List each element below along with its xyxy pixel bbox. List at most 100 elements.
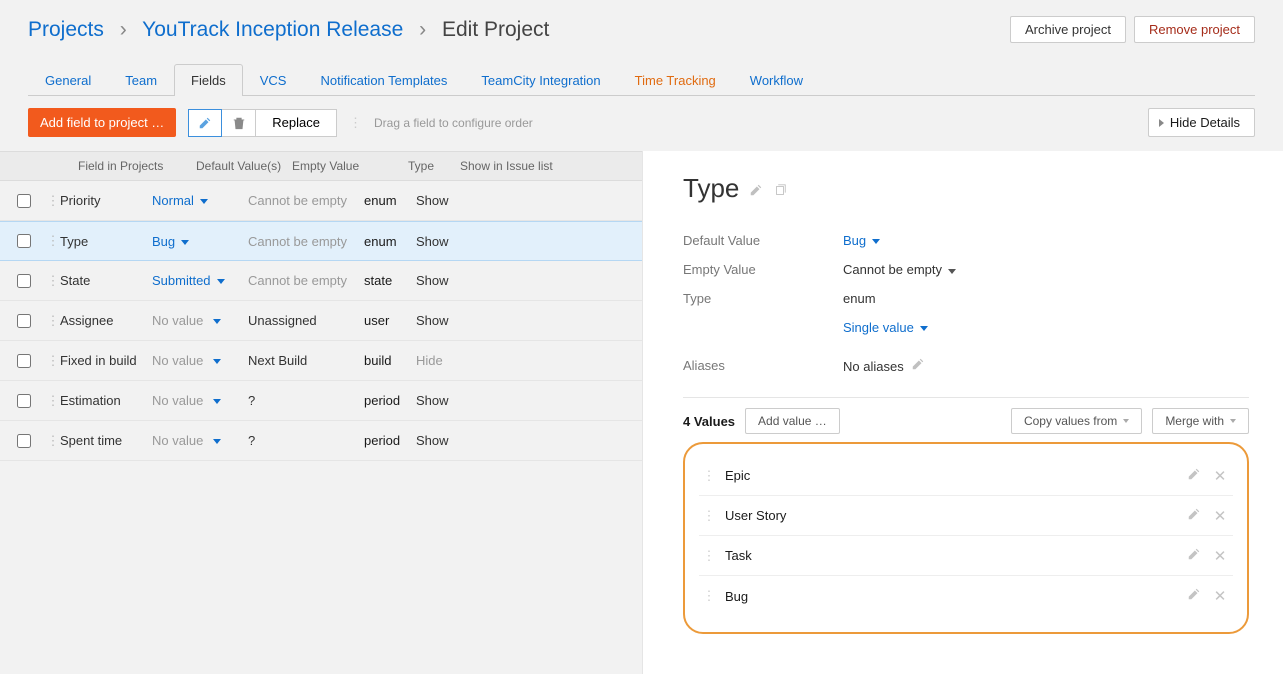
drag-hint: Drag a field to configure order: [374, 116, 533, 130]
edit-value-icon[interactable]: [1181, 587, 1207, 605]
value-row[interactable]: ⋮User Story ✕: [699, 496, 1233, 536]
type-cell: period: [364, 393, 416, 408]
default-value-cell[interactable]: No value: [152, 433, 221, 448]
cardinality-dropdown[interactable]: Single value: [843, 320, 928, 335]
default-value-dropdown[interactable]: Bug: [843, 233, 880, 248]
show-cell: Show: [416, 234, 556, 249]
type-value: enum: [843, 291, 876, 306]
tab-teamcity-integration[interactable]: TeamCity Integration: [464, 64, 617, 96]
default-value-cell[interactable]: No value: [152, 313, 221, 328]
edit-value-icon[interactable]: [1181, 467, 1207, 485]
drag-handle-icon[interactable]: ⋮: [699, 588, 719, 604]
drag-handle-icon[interactable]: ⋮: [46, 353, 60, 369]
tab-general[interactable]: General: [28, 64, 108, 96]
drag-handle-icon[interactable]: ⋮: [46, 273, 60, 289]
value-label: Epic: [719, 468, 1181, 483]
delete-value-icon[interactable]: ✕: [1207, 467, 1233, 485]
type-cell: state: [364, 273, 416, 288]
value-label: Task: [719, 548, 1181, 563]
edit-title-icon[interactable]: [749, 173, 763, 204]
breadcrumb: Projects › YouTrack Inception Release › …: [28, 18, 549, 42]
delete-value-icon[interactable]: ✕: [1207, 587, 1233, 605]
drag-handle-icon[interactable]: ⋮: [699, 548, 719, 564]
empty-value-cell: Next Build: [248, 353, 364, 368]
default-value-label: Default Value: [683, 233, 843, 248]
panel-title: Type: [683, 173, 1249, 204]
drag-handle-icon[interactable]: ⋮: [46, 433, 60, 449]
field-row[interactable]: ⋮Spent timeNo value ?periodShow: [0, 421, 642, 461]
show-cell: Show: [416, 433, 556, 448]
field-name: Estimation: [60, 393, 152, 408]
row-checkbox[interactable]: [17, 194, 31, 208]
delete-value-icon[interactable]: ✕: [1207, 507, 1233, 525]
field-row[interactable]: ⋮Fixed in buildNo value Next BuildbuildH…: [0, 341, 642, 381]
drag-handle-icon[interactable]: ⋮: [699, 468, 719, 484]
pencil-icon: [749, 183, 763, 197]
field-row[interactable]: ⋮AssigneeNo value UnassigneduserShow: [0, 301, 642, 341]
clone-icon[interactable]: [773, 173, 787, 204]
tab-notification-templates[interactable]: Notification Templates: [303, 64, 464, 96]
empty-value-dropdown[interactable]: Cannot be empty: [843, 262, 956, 277]
pencil-icon: [911, 357, 925, 371]
drag-handle-icon[interactable]: ⋮: [699, 508, 719, 524]
field-row[interactable]: ⋮EstimationNo value ?periodShow: [0, 381, 642, 421]
replace-button[interactable]: Replace: [256, 109, 337, 137]
default-value-cell[interactable]: Bug: [152, 234, 189, 249]
edit-mode-button[interactable]: [188, 109, 222, 137]
type-cell: user: [364, 313, 416, 328]
delete-value-icon[interactable]: ✕: [1207, 547, 1233, 565]
row-checkbox[interactable]: [17, 234, 31, 248]
tab-team[interactable]: Team: [108, 64, 174, 96]
archive-project-button[interactable]: Archive project: [1010, 16, 1126, 43]
delete-mode-button[interactable]: [222, 109, 256, 137]
field-row[interactable]: ⋮StateSubmittedCannot be emptystateShow: [0, 261, 642, 301]
remove-project-button[interactable]: Remove project: [1134, 16, 1255, 43]
empty-value-cell: Cannot be empty: [248, 234, 364, 249]
row-checkbox[interactable]: [17, 274, 31, 288]
drag-handle-icon[interactable]: ⋮: [46, 313, 60, 329]
fields-table-header: Field in Projects Default Value(s) Empty…: [0, 151, 642, 181]
tab-workflow[interactable]: Workflow: [733, 64, 820, 96]
field-name: Spent time: [60, 433, 152, 448]
row-checkbox[interactable]: [17, 434, 31, 448]
row-checkbox[interactable]: [17, 314, 31, 328]
hide-details-button[interactable]: Hide Details: [1148, 108, 1255, 137]
drag-handle-icon[interactable]: ⋮: [46, 393, 60, 409]
add-field-button[interactable]: Add field to project …: [28, 108, 176, 137]
default-value-cell[interactable]: Submitted: [152, 273, 225, 288]
empty-value-cell: ?: [248, 393, 364, 408]
edit-value-icon[interactable]: [1181, 547, 1207, 565]
row-checkbox[interactable]: [17, 394, 31, 408]
default-value-cell[interactable]: No value: [152, 353, 221, 368]
trash-icon: [232, 116, 246, 130]
edit-value-icon[interactable]: [1181, 507, 1207, 525]
value-row[interactable]: ⋮Bug✕: [699, 576, 1233, 616]
type-cell: period: [364, 433, 416, 448]
field-row[interactable]: ⋮TypeBug Cannot be emptyenumShow: [0, 221, 642, 261]
drag-handle-icon[interactable]: ⋮: [46, 193, 60, 209]
type-cell: enum: [364, 234, 416, 249]
tab-fields[interactable]: Fields: [174, 64, 243, 96]
breadcrumb-project[interactable]: YouTrack Inception Release: [142, 18, 403, 41]
breadcrumb-page: Edit Project: [442, 18, 549, 41]
default-value-cell[interactable]: Normal: [152, 193, 208, 208]
value-label: User Story: [719, 508, 1181, 523]
copy-icon: [773, 183, 787, 197]
edit-aliases-icon[interactable]: [911, 359, 925, 374]
breadcrumb-projects[interactable]: Projects: [28, 18, 104, 41]
add-value-button[interactable]: Add value …: [745, 408, 840, 434]
merge-with-dropdown[interactable]: Merge with: [1152, 408, 1249, 434]
row-checkbox[interactable]: [17, 354, 31, 368]
field-name: Type: [60, 234, 152, 249]
field-name: Assignee: [60, 313, 152, 328]
drag-handle-icon[interactable]: ⋮: [46, 233, 60, 249]
empty-value-label: Empty Value: [683, 262, 843, 277]
tab-vcs[interactable]: VCS: [243, 64, 304, 96]
tab-time-tracking[interactable]: Time Tracking: [618, 64, 733, 96]
default-value-cell[interactable]: No value: [152, 393, 221, 408]
field-row[interactable]: ⋮PriorityNormalCannot be emptyenumShow: [0, 181, 642, 221]
copy-values-dropdown[interactable]: Copy values from: [1011, 408, 1142, 434]
aliases-label: Aliases: [683, 358, 843, 373]
value-row[interactable]: ⋮Task ✕: [699, 536, 1233, 576]
value-row[interactable]: ⋮Epic ✕: [699, 456, 1233, 496]
